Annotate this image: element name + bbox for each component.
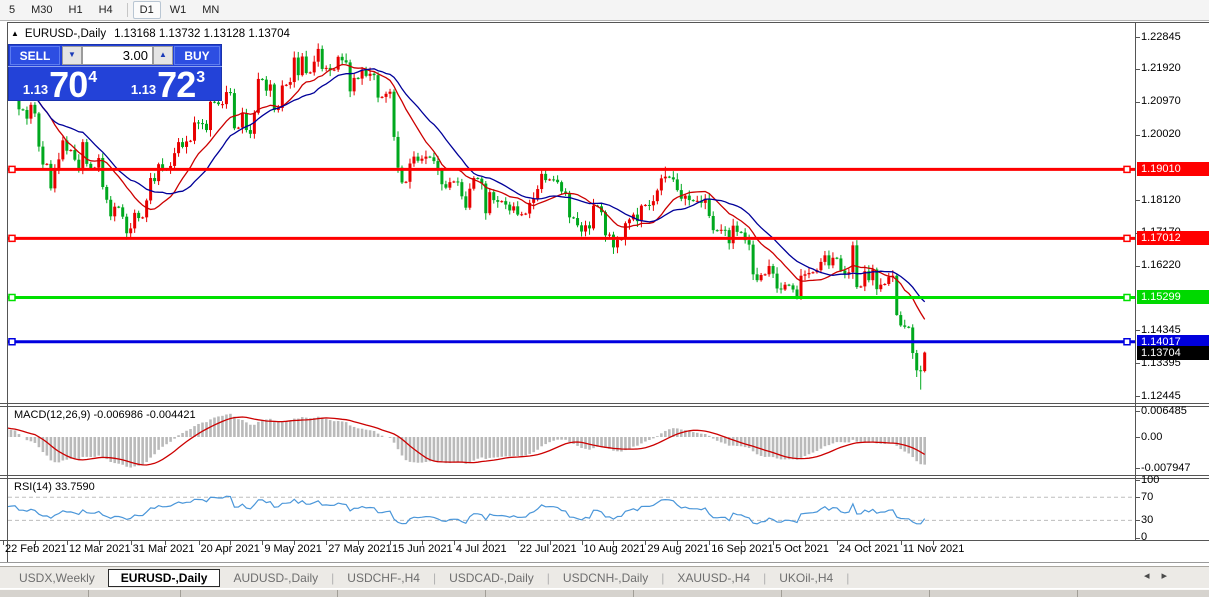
chart-tab-ukoil-[interactable]: UKOil-,H4 bbox=[766, 569, 846, 587]
price-axis-label: 1.22845 bbox=[1141, 31, 1181, 44]
bid-point: 4 bbox=[88, 69, 97, 87]
price-axis-label: 1.16220 bbox=[1141, 259, 1181, 272]
time-axis-label: 31 Mar 2021 bbox=[133, 543, 195, 555]
period-button-m30[interactable]: M30 bbox=[24, 1, 59, 19]
macd-axis-label: 0.00 bbox=[1141, 431, 1162, 444]
chart-tab-eurusd-[interactable]: EURUSD-,Daily bbox=[108, 569, 221, 587]
line-handle bbox=[9, 235, 15, 241]
ask-pips: 72 bbox=[157, 68, 195, 101]
one-click-trading-panel: SELL ▼ ▲ BUY 1.13 70 4 1.13 72 3 bbox=[8, 44, 222, 101]
chart-tab-xauusd-[interactable]: XAUUSD-,H4 bbox=[664, 569, 763, 587]
collapse-panel-icon[interactable]: ▲ bbox=[11, 29, 19, 38]
line-handle bbox=[9, 294, 15, 300]
chart-title: ▲ EURUSD-,Daily 1.13168 1.13732 1.13128 1.… bbox=[11, 28, 290, 40]
rsi-axis-label: 30 bbox=[1141, 514, 1153, 527]
chevron-up-icon: ▲ bbox=[159, 50, 167, 59]
ohlc-quote: 1.13168 1.13732 1.13128 1.13704 bbox=[114, 28, 290, 40]
chart-tab-usdcad-[interactable]: USDCAD-,Daily bbox=[436, 569, 547, 587]
symbol-tab-bar: USDX,WeeklyEURUSD-,DailyAUDUSD-,Daily | US… bbox=[0, 566, 1209, 588]
timeframe-toolbar: 5M30H1H4 D1W1MN bbox=[0, 0, 1209, 21]
tab-separator: | bbox=[846, 571, 849, 585]
period-button-mn[interactable]: MN bbox=[195, 1, 226, 19]
price-level-badge: 1.19010 bbox=[1137, 162, 1209, 176]
ask-point: 3 bbox=[196, 69, 205, 87]
price-axis-label: 1.12445 bbox=[1141, 390, 1181, 403]
time-axis-label: 11 Nov 2021 bbox=[903, 543, 965, 555]
ask-price-display[interactable]: 1.13 72 3 bbox=[114, 66, 222, 101]
chevron-down-icon: ▼ bbox=[68, 50, 76, 59]
time-axis-label: 29 Aug 2021 bbox=[647, 543, 709, 555]
time-axis-label: 4 Jul 2021 bbox=[456, 543, 507, 555]
price-axis-label: 1.20970 bbox=[1141, 95, 1181, 108]
time-axis-label: 22 Jul 2021 bbox=[520, 543, 577, 555]
time-axis-label: 24 Oct 2021 bbox=[839, 543, 899, 555]
rsi-axis-label: 70 bbox=[1141, 491, 1153, 504]
time-axis-label: 5 Oct 2021 bbox=[775, 543, 829, 555]
volume-increase-button[interactable]: ▲ bbox=[153, 46, 173, 65]
line-handle bbox=[1124, 235, 1130, 241]
ma-fast-line bbox=[3, 65, 925, 320]
macd-layer bbox=[3, 414, 925, 468]
time-axis-label: 10 Aug 2021 bbox=[584, 543, 646, 555]
price-level-badge: 1.15299 bbox=[1137, 290, 1209, 304]
tab-scroll-left-icon[interactable]: ◂ bbox=[1144, 570, 1162, 582]
time-axis-label: 27 May 2021 bbox=[328, 543, 392, 555]
price-level-badge: 1.13704 bbox=[1137, 346, 1209, 360]
volume-input[interactable] bbox=[83, 47, 152, 64]
period-button-h4[interactable]: H4 bbox=[92, 1, 120, 19]
price-axis-label: 1.18120 bbox=[1141, 194, 1181, 207]
chart-tab-audusd-[interactable]: AUDUSD-,Daily bbox=[220, 569, 331, 587]
tab-scroll-arrows[interactable]: ◂▸ bbox=[1144, 569, 1179, 582]
rsi-layer bbox=[3, 496, 1135, 524]
line-handle bbox=[1124, 166, 1130, 172]
time-axis-label: 9 May 2021 bbox=[264, 543, 321, 555]
time-axis-label: 12 Mar 2021 bbox=[69, 543, 131, 555]
time-axis-label: 16 Sep 2021 bbox=[711, 543, 773, 555]
ask-prefix: 1.13 bbox=[131, 82, 156, 97]
period-button-5[interactable]: 5 bbox=[2, 1, 22, 19]
macd-indicator-label: MACD(12,26,9) -0.006986 -0.004421 bbox=[14, 409, 196, 421]
volume-decrease-button[interactable]: ▼ bbox=[62, 46, 82, 65]
bid-pips: 70 bbox=[49, 68, 87, 101]
rsi-axis-label: 0 bbox=[1141, 531, 1147, 544]
toolbar-separator bbox=[127, 3, 128, 17]
period-button-d1[interactable]: D1 bbox=[133, 1, 161, 19]
bid-price-display[interactable]: 1.13 70 4 bbox=[8, 66, 112, 101]
chart-tab-usdchf-[interactable]: USDCHF-,H4 bbox=[334, 569, 433, 587]
time-axis-label: 20 Apr 2021 bbox=[201, 543, 260, 555]
chart-tab-usdcnh-[interactable]: USDCNH-,Daily bbox=[550, 569, 661, 587]
volume-field-wrap bbox=[82, 46, 153, 65]
buy-button[interactable]: BUY bbox=[174, 46, 220, 65]
price-axis-label: 1.21920 bbox=[1141, 62, 1181, 75]
period-button-h1[interactable]: H1 bbox=[62, 1, 90, 19]
line-handle bbox=[9, 166, 15, 172]
line-handle bbox=[1124, 294, 1130, 300]
symbol-period-label: EURUSD-,Daily bbox=[25, 28, 106, 40]
time-axis-label: 15 Jun 2021 bbox=[392, 543, 453, 555]
line-handle bbox=[1124, 339, 1130, 345]
chart-tab-usdx[interactable]: USDX,Weekly bbox=[6, 569, 108, 587]
period-button-w1[interactable]: W1 bbox=[163, 1, 194, 19]
macd-axis-label: 0.006485 bbox=[1141, 405, 1187, 418]
tab-scroll-right-icon[interactable]: ▸ bbox=[1162, 570, 1180, 582]
rsi-axis-label: 100 bbox=[1141, 474, 1159, 487]
bid-prefix: 1.13 bbox=[23, 82, 48, 97]
time-axis-label: 22 Feb 2021 bbox=[5, 543, 67, 555]
price-axis-label: 1.20020 bbox=[1141, 128, 1181, 141]
sell-button[interactable]: SELL bbox=[10, 46, 60, 65]
price-level-badge: 1.17012 bbox=[1137, 231, 1209, 245]
line-handle bbox=[9, 339, 15, 345]
rsi-indicator-label: RSI(14) 33.7590 bbox=[14, 481, 95, 493]
